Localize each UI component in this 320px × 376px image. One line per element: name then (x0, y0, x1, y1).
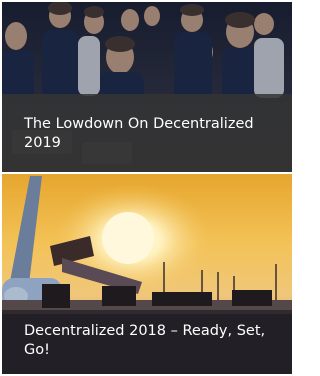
article-list: The Lowdown On Decentralized 2019 Decent… (0, 0, 294, 376)
article-title[interactable]: The Lowdown On Decentralized 2019 (2, 115, 292, 153)
article-title[interactable]: Decentralized 2018 – Ready, Set, Go! (2, 322, 292, 360)
article-card-decentralized-2018[interactable]: Decentralized 2018 – Ready, Set, Go! (2, 174, 292, 374)
article-card-lowdown[interactable]: The Lowdown On Decentralized 2019 (2, 2, 292, 172)
